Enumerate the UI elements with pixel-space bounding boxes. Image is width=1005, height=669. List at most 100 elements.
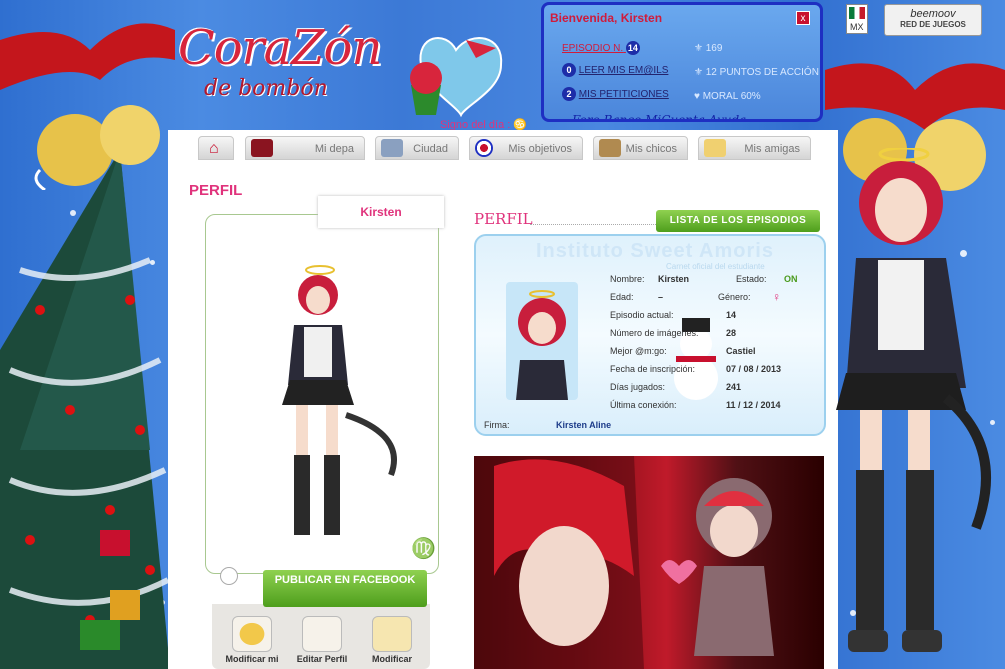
field-value: 07 / 08 / 2013 [726, 364, 782, 374]
school-subtitle: Carnet oficial del estudiante [666, 262, 765, 271]
main-panel: ⌂ Mi depa Ciudad Mis objetivos Mis chico… [168, 130, 838, 669]
field-label: Género: [718, 292, 751, 302]
city-icon [381, 139, 403, 157]
petitions-row[interactable]: 2 MIS PETITICIONES [562, 87, 672, 101]
girl-avatar-icon [372, 616, 412, 652]
field-label: Edad: [610, 292, 634, 302]
field-label: Última conexión: [610, 400, 677, 410]
country-code: MX [850, 22, 864, 32]
read-emails-link[interactable]: LEER MIS EM@ILS [579, 65, 669, 76]
student-id-card: Instituto Sweet Amoris Carnet oficial de… [474, 234, 826, 436]
tab-label: Mi depa [314, 143, 354, 155]
signature-value: Kirsten Aline [556, 420, 612, 430]
tab-mis-amigas[interactable]: Mis amigas [698, 136, 811, 160]
publish-facebook-button[interactable]: PUBLICAR EN FACEBOOK [263, 570, 427, 607]
field-value: Castiel [726, 346, 756, 356]
action-points-stat: ⚜ 12 PUNTOS DE ACCIÓN [694, 67, 819, 78]
modify-avatar-button[interactable]: Modificar [362, 616, 422, 664]
close-button[interactable]: x [796, 11, 810, 25]
girl-avatar-icon [704, 139, 726, 157]
welcome-text: Bienvenida, Kirsten [550, 11, 663, 25]
money-stat: ⚜ 169 [694, 43, 722, 54]
logo-title: CoraZón [178, 20, 382, 76]
tab-mis-chicos[interactable]: Mis chicos [593, 136, 688, 160]
page-title: PERFIL [189, 182, 243, 199]
messages-row[interactable]: 0 LEER MIS EM@ILS [562, 63, 668, 77]
field-label: Episodio actual: [610, 310, 674, 320]
episode-row[interactable]: EPISODIO N. 14 [562, 41, 640, 55]
fanart-image [474, 456, 824, 669]
game-logo[interactable]: CoraZón de bombón [178, 20, 508, 120]
virgo-sign-icon: ♍ [411, 538, 436, 560]
field-value: 241 [726, 382, 742, 392]
school-name: Instituto Sweet Amoris [536, 240, 774, 262]
boy-avatar-icon [599, 139, 621, 157]
edit-profile-button[interactable]: Editar Perfil [292, 616, 352, 664]
action-label: Modificar mi [225, 654, 279, 664]
field-value: 14 [726, 310, 737, 320]
field-label: Mejor @m:go: [610, 346, 667, 356]
action-icon: ⚜ [694, 67, 706, 78]
profile-name-tab: Kirsten [318, 196, 444, 228]
cupcake-heart-icon [410, 37, 503, 118]
moral-stat: ♥ MORAL 60% [694, 91, 761, 102]
tab-label: Mis objetivos [508, 143, 572, 155]
tab-ciudad[interactable]: Ciudad [375, 136, 459, 160]
padlock-icon [232, 616, 272, 652]
field-label: Nombre: [610, 274, 645, 284]
radio-dot [220, 567, 238, 585]
heart-icon: ♥ [694, 91, 703, 102]
moral-value: MORAL 60% [702, 91, 761, 102]
episode-number-badge: 14 [625, 41, 640, 55]
fleur-icon: ⚜ [694, 43, 706, 54]
pen-icon [302, 616, 342, 652]
tab-label: Mis chicos [625, 143, 677, 155]
messages-count-badge: 0 [562, 63, 576, 77]
petitions-count-badge: 2 [562, 87, 576, 101]
beemoov-subtitle: RED DE JUEGOS [900, 20, 966, 29]
tab-label: Ciudad [413, 143, 448, 155]
target-icon [475, 139, 493, 157]
field-label: Días jugados: [610, 382, 666, 392]
field-value: 28 [726, 328, 737, 338]
tab-mis-objetivos[interactable]: Mis objetivos [469, 136, 583, 160]
tab-mi-depa[interactable]: Mi depa [245, 136, 365, 160]
avatar-card [205, 214, 439, 574]
home-icon: ⌂ [209, 140, 219, 157]
account-links[interactable]: Foro Banco MiCuenta Ayuda [572, 113, 746, 119]
player-info-panel: Bienvenida, Kirsten x EPISODIO N. 14 0 L… [541, 2, 823, 122]
field-value: Kirsten [658, 274, 690, 284]
money-value: 169 [705, 43, 723, 54]
country-flag-button[interactable]: MX [846, 4, 868, 34]
female-icon: ♀ [772, 290, 781, 304]
mexico-flag-icon [849, 7, 865, 19]
field-label: Estado: [736, 274, 767, 284]
signature-label: Firma: [484, 420, 510, 430]
sofa-icon [251, 139, 273, 157]
status-value: ON [784, 274, 798, 284]
petitions-link[interactable]: MIS PETITICIONES [579, 89, 669, 100]
action-label: Modificar [371, 654, 412, 664]
student-portrait [506, 282, 578, 400]
character-illustration [836, 148, 991, 652]
field-label: Fecha de inscripción: [610, 364, 696, 374]
field-value: – [658, 292, 664, 302]
card-section-title: PERFIL [474, 210, 533, 228]
beemoov-logo: beemoov [910, 8, 956, 20]
christmas-tree-decoration [0, 150, 170, 669]
logo-subtitle: de bombón [204, 76, 328, 101]
episodes-list-button[interactable]: LISTA DE LOS EPISODIOS [656, 210, 820, 232]
profile-actions: Modificar mi Editar Perfil Modificar [212, 604, 430, 669]
main-nav: ⌂ Mi depa Ciudad Mis objetivos Mis chico… [168, 136, 838, 160]
beemoov-link[interactable]: beemoov RED DE JUEGOS [884, 4, 982, 36]
field-label: Número de imágenes: [610, 328, 699, 338]
action-label: Editar Perfil [296, 654, 348, 664]
tab-label: Mis amigas [744, 143, 800, 155]
tab-home[interactable]: ⌂ [198, 136, 234, 160]
action-points-value: 12 PUNTOS DE ACCIÓN [705, 67, 819, 78]
field-value: 11 / 12 / 2014 [726, 400, 781, 410]
modify-look-button[interactable]: Modificar mi [222, 616, 282, 664]
episode-label: EPISODIO N. [562, 43, 624, 54]
bells-ribbon-decoration [0, 23, 175, 190]
avatar-image [282, 265, 397, 535]
